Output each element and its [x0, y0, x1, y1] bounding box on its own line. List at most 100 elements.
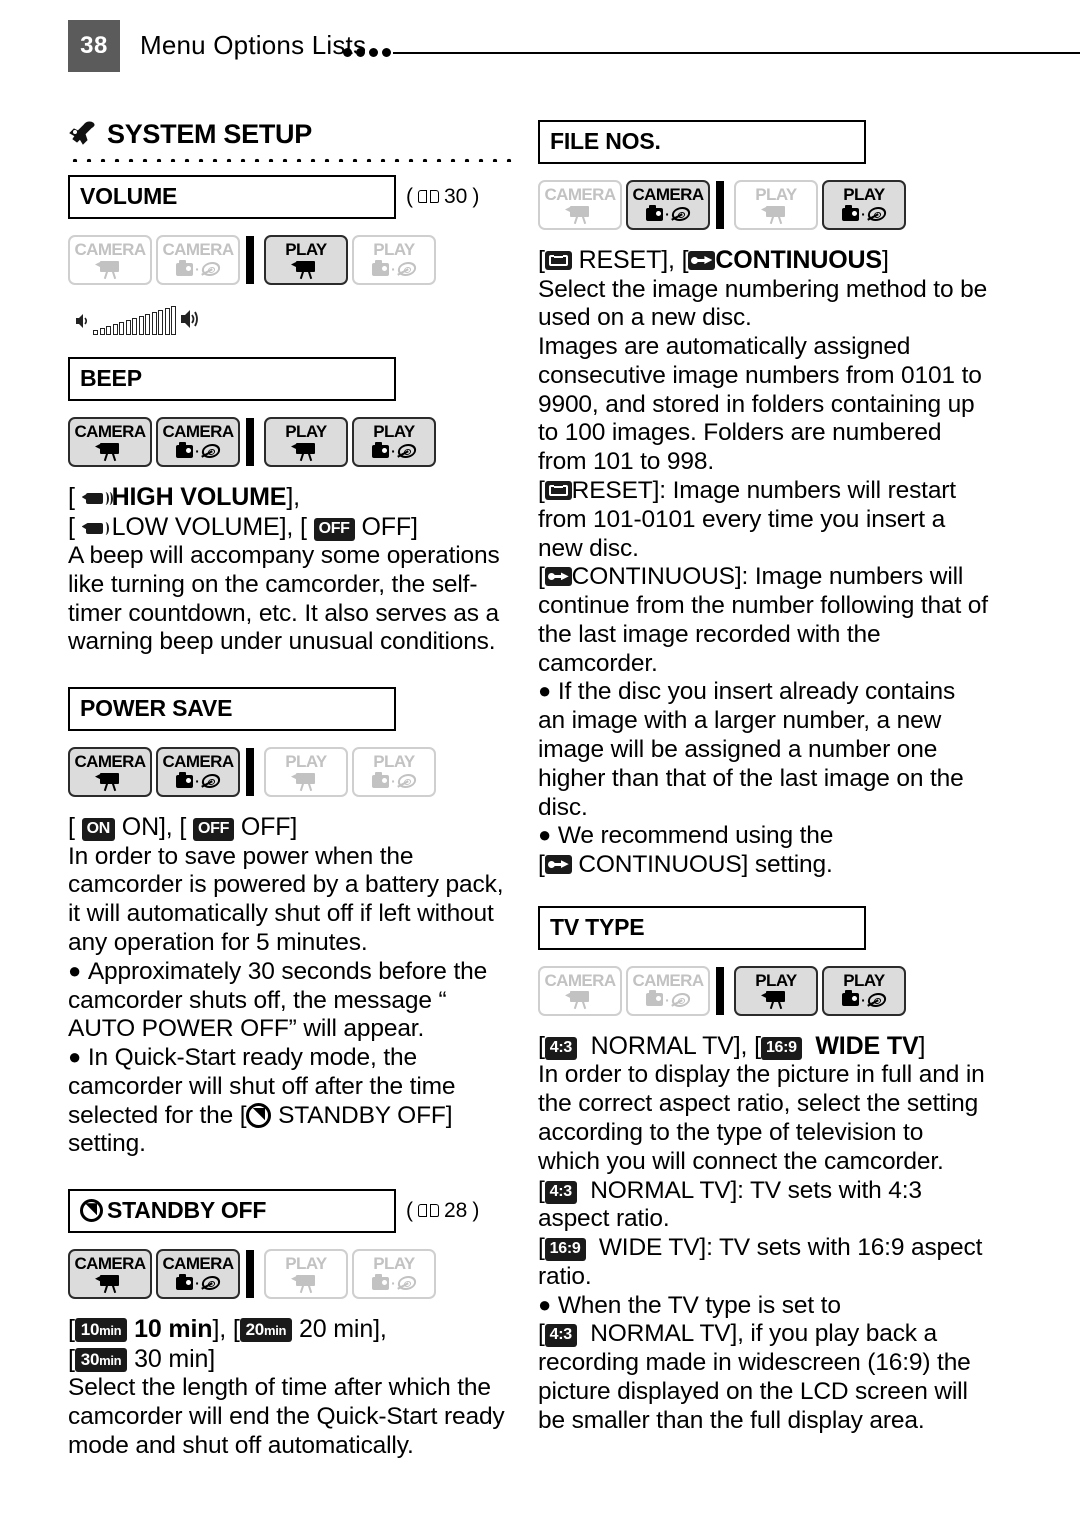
- badge-label: CAMERA: [162, 422, 234, 441]
- photo-disc-icon: ·: [372, 441, 418, 461]
- badge-camera-photo: CAMERA ·: [156, 235, 240, 285]
- option-header-tv-type: TV TYPE: [538, 905, 988, 950]
- badge-camera-photo: CAMERA ·: [156, 417, 240, 467]
- badge-label: CAMERA: [162, 240, 234, 259]
- tv-type-wide-description: [16:9 WIDE TV]: TV sets with 16:9 aspect…: [538, 1234, 983, 1290]
- continuous-icon: [544, 567, 572, 587]
- badge-play-photo: PLAY ·: [822, 180, 906, 230]
- badge-label: CAMERA: [632, 970, 704, 990]
- continuous-icon: [688, 251, 716, 270]
- photo-disc-icon: ·: [176, 441, 222, 461]
- badge-label: CAMERA: [544, 185, 616, 204]
- option-title-box-standby-off: STANDBY OFF: [68, 1189, 396, 1234]
- file-nos-bullet-2: ● We recommend using the[ CONTINUOUS] se…: [538, 822, 834, 879]
- standby-icon: [246, 1102, 272, 1128]
- ratio-4-3-pill: 4:3: [544, 1180, 577, 1204]
- option-header-volume: VOLUME ( 30 ): [68, 175, 518, 219]
- beep-options-line-2: [ LOW VOLUME], [ OFF OFF]: [68, 512, 418, 541]
- bullet-icon: ●: [538, 1291, 552, 1317]
- book-icon: [418, 189, 439, 205]
- page-reference-number: 30: [444, 185, 468, 208]
- group-title-label: SYSTEM SETUP: [107, 119, 312, 149]
- camcorder-icon: [93, 441, 127, 461]
- standby-icon: [80, 1199, 103, 1223]
- photo-disc-icon: ·: [372, 1273, 418, 1293]
- badge-play-video: PLAY: [734, 180, 818, 230]
- badge-label: CAMERA: [74, 1254, 146, 1274]
- option-title-box-power-save: POWER SAVE: [68, 687, 396, 732]
- tv-type-normal-description: [4:3 NORMAL TV]: TV sets with 4:3 aspect…: [538, 1176, 922, 1233]
- standby-off-options-line: [10min 10 min], [20min 20 min],: [68, 1315, 387, 1344]
- badge-label: PLAY: [373, 422, 415, 441]
- bullet-icon: ●: [68, 957, 82, 983]
- ratio-16-9-pill: 16:9: [544, 1238, 586, 1262]
- badge-camera-video: CAMERA: [68, 235, 152, 285]
- bullet-icon: ●: [68, 1044, 82, 1070]
- badge-play-video: PLAY: [734, 965, 818, 1016]
- page-reference-volume: ( 30 ): [406, 185, 480, 208]
- file-nos-reset-description: [RESET]: Image numbers will restart from…: [538, 476, 956, 562]
- header-dots-decoration: [343, 48, 391, 57]
- badge-label: PLAY: [285, 240, 327, 259]
- mode-badges-beep: CAMERA CAMERA · PLAY PLAY ·: [68, 417, 518, 467]
- standby-option-20: 20 min: [298, 1315, 374, 1344]
- off-pill: OFF: [192, 818, 235, 842]
- badge-camera-photo: CAMERA ·: [626, 965, 710, 1016]
- option-header-beep: BEEP: [68, 357, 518, 401]
- page-reference-standby-off: ( 28 ): [406, 1199, 480, 1223]
- right-column: FILE NOS. CAMERA CAMERA · PLAY PLAY · […: [538, 120, 988, 1436]
- camcorder-icon: [289, 1273, 323, 1293]
- photo-disc-icon: ·: [176, 259, 222, 279]
- option-header-standby-off: STANDBY OFF ( 28 ): [68, 1189, 518, 1234]
- badge-camera-photo: CAMERA ·: [626, 180, 710, 230]
- badge-label: CAMERA: [544, 970, 616, 990]
- camcorder-icon: [289, 259, 323, 279]
- dotted-separator: [68, 152, 518, 162]
- option-title-label: STANDBY OFF: [107, 1197, 267, 1224]
- page-title: Menu Options Lists: [140, 30, 367, 60]
- wrench-icon: [68, 120, 102, 148]
- badge-play-photo: PLAY ·: [352, 1249, 436, 1300]
- badge-label: PLAY: [285, 1254, 327, 1274]
- photo-disc-icon: ·: [646, 990, 692, 1010]
- power-save-description: In order to save power when the camcorde…: [68, 842, 504, 956]
- option-title-box-tv-type: TV TYPE: [538, 905, 866, 950]
- file-nos-continuous-description: [CONTINUOUS]: Image numbers will continu…: [538, 563, 988, 677]
- volume-slider-graphic: [74, 301, 518, 335]
- badge-divider: [246, 236, 254, 284]
- tv-type-options-line: [4:3 NORMAL TV], [16:9 WIDE TV]: [538, 1031, 926, 1060]
- mode-badges-tv-type: CAMERA CAMERA · PLAY PLAY ·: [538, 965, 988, 1016]
- photo-disc-icon: ·: [176, 1273, 222, 1293]
- badge-label: PLAY: [285, 422, 327, 441]
- camcorder-icon: [289, 771, 323, 791]
- badge-play-video: PLAY: [264, 1249, 348, 1300]
- beep-option-low: LOW VOLUME: [111, 512, 280, 541]
- badge-play-video: PLAY: [264, 235, 348, 285]
- badge-label: PLAY: [843, 970, 885, 990]
- page-header: 38 Menu Options Lists: [0, 12, 1080, 72]
- option-title-label: TV TYPE: [550, 913, 645, 940]
- left-column: SYSTEM SETUP VOLUME ( 30 ) CAMERA CAMERA…: [68, 120, 518, 1461]
- file-nos-options-line: [ RESET], [CONTINUOUS]: [538, 246, 889, 274]
- badge-divider: [716, 181, 724, 229]
- badge-play-photo: PLAY ·: [822, 965, 906, 1016]
- ratio-16-9-pill: 16:9: [760, 1036, 802, 1060]
- badge-label: PLAY: [373, 1254, 415, 1274]
- badge-divider: [246, 1250, 254, 1299]
- continuous-icon: [544, 855, 572, 875]
- page-reference-number: 28: [444, 1199, 468, 1223]
- photo-disc-icon: ·: [176, 771, 222, 791]
- option-title-label: FILE NOS.: [550, 128, 661, 154]
- power-save-option-off: OFF: [240, 813, 291, 842]
- badge-label: CAMERA: [162, 1254, 234, 1274]
- file-nos-option-continuous: CONTINUOUS: [715, 246, 882, 274]
- bullet-icon: ●: [538, 678, 552, 704]
- beep-option-off: OFF: [361, 512, 411, 541]
- option-header-power-save: POWER SAVE: [68, 687, 518, 732]
- option-title-label: VOLUME: [80, 183, 178, 209]
- 30min-pill: 30min: [74, 1347, 128, 1372]
- badge-label: PLAY: [755, 970, 797, 990]
- badge-label: CAMERA: [74, 752, 146, 772]
- beep-options-line: [ HIGH VOLUME],: [68, 483, 300, 511]
- badge-label: CAMERA: [74, 240, 146, 259]
